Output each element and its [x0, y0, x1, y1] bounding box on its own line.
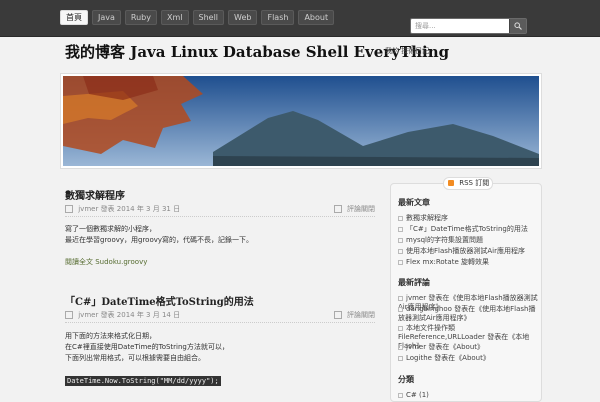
recent-comment-item[interactable]: jvmer 發表在《About》: [398, 343, 538, 352]
tab-java[interactable]: Java: [92, 10, 121, 25]
recent-comment-item[interactable]: dangbinghoo 發表在《使用本地Flash播放器測試Air應用程序》: [398, 305, 538, 323]
recent-comment-item[interactable]: Logithe 發表在《About》: [398, 354, 538, 363]
recent-post-item[interactable]: mysql的字符集設置問題: [398, 236, 483, 245]
recent-posts-title: 最新文章: [398, 198, 430, 207]
rss-subscribe[interactable]: RSS 訂閱: [443, 177, 493, 190]
recent-comments-title: 最新評論: [398, 278, 430, 287]
code-snippet: DateTime.Now.ToString("MM/dd/yyyy");: [65, 376, 221, 386]
calendar-icon: [65, 311, 73, 319]
rss-icon: [448, 180, 454, 186]
comments-link[interactable]: 評論關閉: [333, 204, 375, 214]
tab-shell[interactable]: Shell: [192, 10, 225, 25]
comment-icon: [333, 311, 342, 319]
search-button[interactable]: [509, 19, 526, 33]
tab-about[interactable]: About: [298, 10, 335, 25]
search-box[interactable]: 搜尋...: [410, 18, 527, 34]
file-link[interactable]: Sudoku.groovy: [95, 258, 147, 266]
category-item[interactable]: C# (1): [398, 391, 429, 400]
tab-ruby[interactable]: Ruby: [124, 10, 157, 25]
tab-flash[interactable]: Flash: [261, 10, 295, 25]
post-author[interactable]: jvmer: [78, 205, 98, 213]
tab-xml[interactable]: Xml: [161, 10, 189, 25]
post-date: 2014 年 3 月 31 日: [116, 205, 181, 213]
post-body-2: 用下面的方法來格式化日期， 在C#裡直接使用DateTime的ToString方…: [65, 332, 229, 362]
calendar-icon: [65, 205, 73, 213]
post-date: 2014 年 3 月 14 日: [116, 311, 181, 319]
tab-home[interactable]: 首頁: [60, 10, 88, 25]
site-description: 我的 技術日記: [385, 47, 430, 55]
comments-link[interactable]: 評論關閉: [333, 310, 375, 320]
post-body-1: 寫了一個數獨求解的小程序， 最近在學習groovy，用groovy寫的，代碼不長…: [65, 225, 254, 266]
recent-post-item[interactable]: Flex mx:Rotate 旋轉效果: [398, 258, 489, 267]
header-banner-image: [60, 73, 542, 169]
comment-icon: [333, 205, 342, 213]
post-meta-1: jvmer 發表 2014 年 3 月 31 日 評論關閉: [65, 204, 375, 217]
tab-web[interactable]: Web: [228, 10, 258, 25]
post-meta-2: jvmer 發表 2014 年 3 月 14 日 評論關閉: [65, 310, 375, 323]
search-icon: [514, 22, 522, 30]
post-title-1[interactable]: 數獨求解程序: [65, 187, 125, 202]
main-nav: 首頁 Java Ruby Xml Shell Web Flash About: [60, 10, 335, 25]
post-title-2[interactable]: 「C#」DateTime格式ToString的用法: [65, 293, 254, 308]
read-more-link[interactable]: 閱讀全文: [65, 258, 93, 266]
recent-post-item[interactable]: 數獨求解程序: [398, 214, 448, 223]
recent-post-item[interactable]: 「C#」DateTime格式ToString的用法: [398, 225, 528, 234]
post-author[interactable]: jvmer: [78, 311, 98, 319]
recent-post-item[interactable]: 使用本地Flash播放器測試Air應用程序: [398, 247, 525, 256]
search-input[interactable]: 搜尋...: [415, 19, 436, 33]
categories-title: 分類: [398, 375, 414, 384]
